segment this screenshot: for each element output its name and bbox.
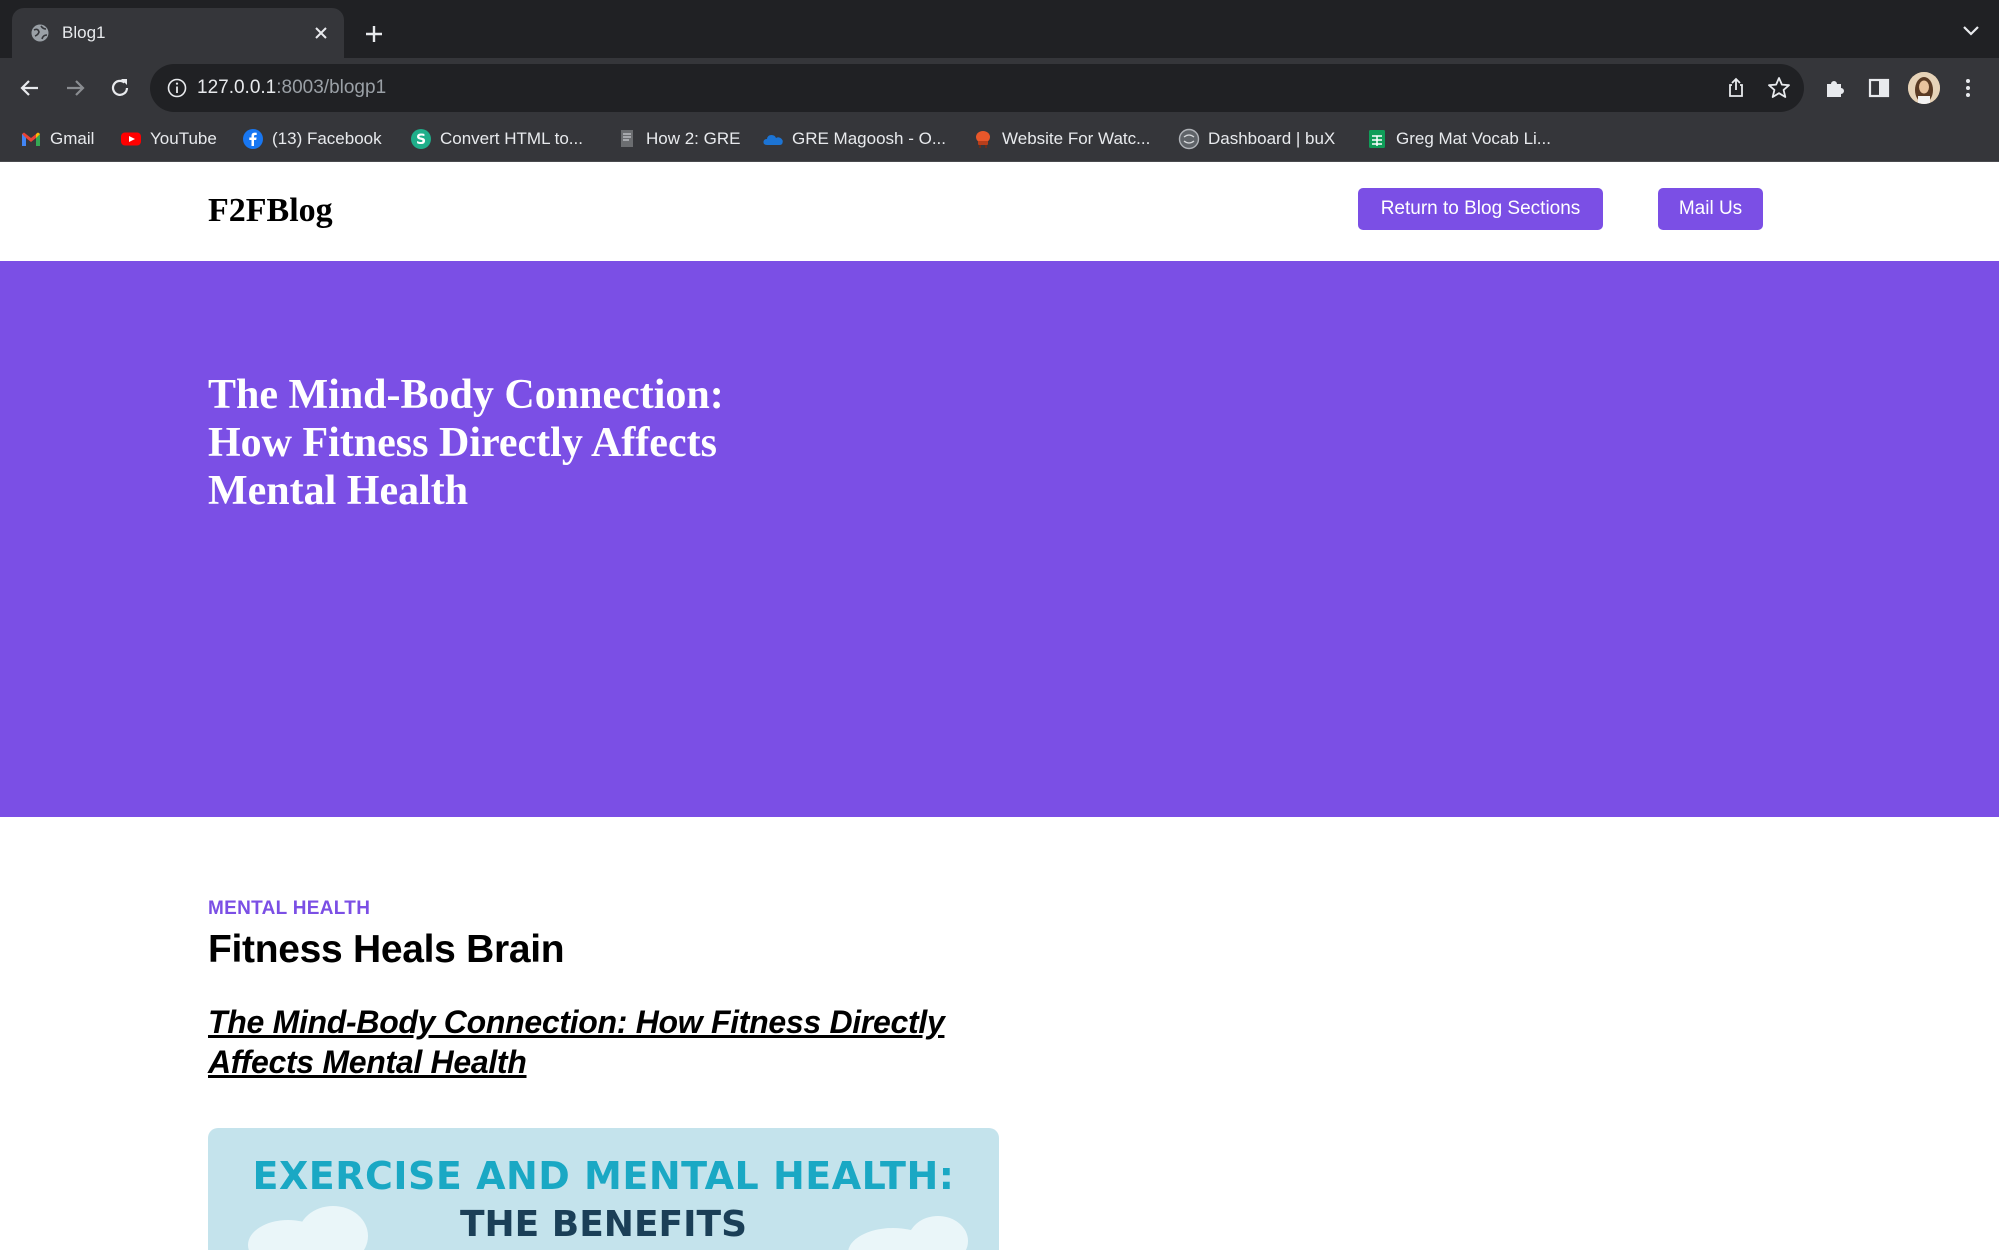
bookmark-facebook[interactable]: (13) Facebook <box>242 126 382 152</box>
bookmark-label: GRE Magoosh - O... <box>792 129 946 148</box>
url-host: 127.0.0.1 <box>197 77 277 98</box>
share-icon[interactable] <box>1724 76 1748 100</box>
svg-text:S: S <box>416 132 426 148</box>
infographic-heading: EXERCISE AND MENTAL HEALTH: <box>252 1154 955 1198</box>
tab-title: Blog1 <box>62 23 106 42</box>
bookmark-greg-mat-vocab[interactable]: Greg Mat Vocab Li... <box>1366 126 1551 152</box>
bookmark-gmail[interactable]: Gmail <box>20 126 94 152</box>
site-header: F2FBlog Return to Blog Sections Mail Us <box>0 162 1999 261</box>
post-title: Fitness Heals Brain <box>208 928 565 971</box>
convert-s-icon: S <box>411 129 431 149</box>
bookmark-label: Gmail <box>50 129 95 148</box>
bux-icon <box>1178 128 1200 150</box>
youtube-icon <box>121 132 141 146</box>
kebab-menu-icon[interactable] <box>1955 75 1981 101</box>
sheets-icon <box>1369 130 1385 148</box>
forward-arrow-icon[interactable] <box>62 75 88 101</box>
close-icon[interactable] <box>310 22 332 44</box>
bookmark-label: Website For Watc... <box>1002 129 1151 148</box>
new-tab-plus-icon[interactable] <box>362 22 386 46</box>
url-path: :8003/blogp1 <box>276 77 387 98</box>
bookmark-label: Greg Mat Vocab Li... <box>1396 129 1551 148</box>
address-bar[interactable]: 127.0.0.1:8003/blogp1 <box>150 64 1804 112</box>
bookmark-youtube[interactable]: YouTube <box>120 126 217 152</box>
site-logo[interactable]: F2FBlog <box>208 192 333 230</box>
hero-title: The Mind-Body Connection: How Fitness Di… <box>208 372 724 514</box>
mail-us-button[interactable]: Mail Us <box>1658 188 1763 230</box>
side-panel-icon[interactable] <box>1866 75 1892 101</box>
bookmark-label: (13) Facebook <box>272 129 382 148</box>
browser-tab[interactable]: Blog1 <box>12 8 344 58</box>
bookmark-label: YouTube <box>150 129 217 148</box>
bookmark-dashboard-bux[interactable]: Dashboard | buX <box>1178 126 1335 152</box>
chevron-down-icon[interactable] <box>1961 24 1981 38</box>
chair-icon <box>976 131 990 148</box>
bookmark-star-icon[interactable] <box>1766 75 1792 101</box>
facebook-icon <box>243 129 263 149</box>
url-text: 127.0.0.1:8003/blogp1 <box>197 77 386 99</box>
bookmark-website-watch[interactable]: Website For Watc... <box>972 126 1150 152</box>
bookmark-label: Dashboard | buX <box>1208 129 1336 148</box>
browser-tab-strip: Blog1 <box>0 0 1999 58</box>
bookmark-convert-html[interactable]: S Convert HTML to... <box>410 126 583 152</box>
bookmark-how2gre[interactable]: How 2: GRE <box>616 126 740 152</box>
infographic-subheading: THE BENEFITS <box>459 1204 748 1245</box>
cloud-icon <box>763 135 783 145</box>
extensions-puzzle-icon[interactable] <box>1822 75 1848 101</box>
browser-toolbar: 127.0.0.1:8003/blogp1 <box>0 58 1999 118</box>
info-icon[interactable] <box>166 77 188 99</box>
bookmark-gre-magoosh[interactable]: GRE Magoosh - O... <box>762 126 946 152</box>
gmail-icon <box>22 132 40 146</box>
article-section: MENTAL HEALTH Fitness Heals Brain The Mi… <box>208 898 1008 1082</box>
avatar-icon <box>1908 72 1940 104</box>
profile-avatar[interactable] <box>1908 72 1940 104</box>
bookmarks-bar: Gmail YouTube (13) Facebook S Convert HT… <box>0 118 1999 162</box>
reload-icon[interactable] <box>107 75 133 101</box>
back-arrow-icon[interactable] <box>17 75 43 101</box>
hero-banner: The Mind-Body Connection: How Fitness Di… <box>0 261 1999 817</box>
category-label: MENTAL HEALTH <box>208 898 371 919</box>
document-icon <box>621 130 633 147</box>
bookmark-label: How 2: GRE <box>646 129 741 148</box>
post-link[interactable]: The Mind-Body Connection: How Fitness Di… <box>208 1002 1008 1082</box>
globe-icon <box>31 24 49 42</box>
return-to-blog-sections-button[interactable]: Return to Blog Sections <box>1358 188 1603 230</box>
article-infographic-image: EXERCISE AND MENTAL HEALTH: THE BENEFITS <box>208 1128 999 1250</box>
bookmark-label: Convert HTML to... <box>440 129 583 148</box>
